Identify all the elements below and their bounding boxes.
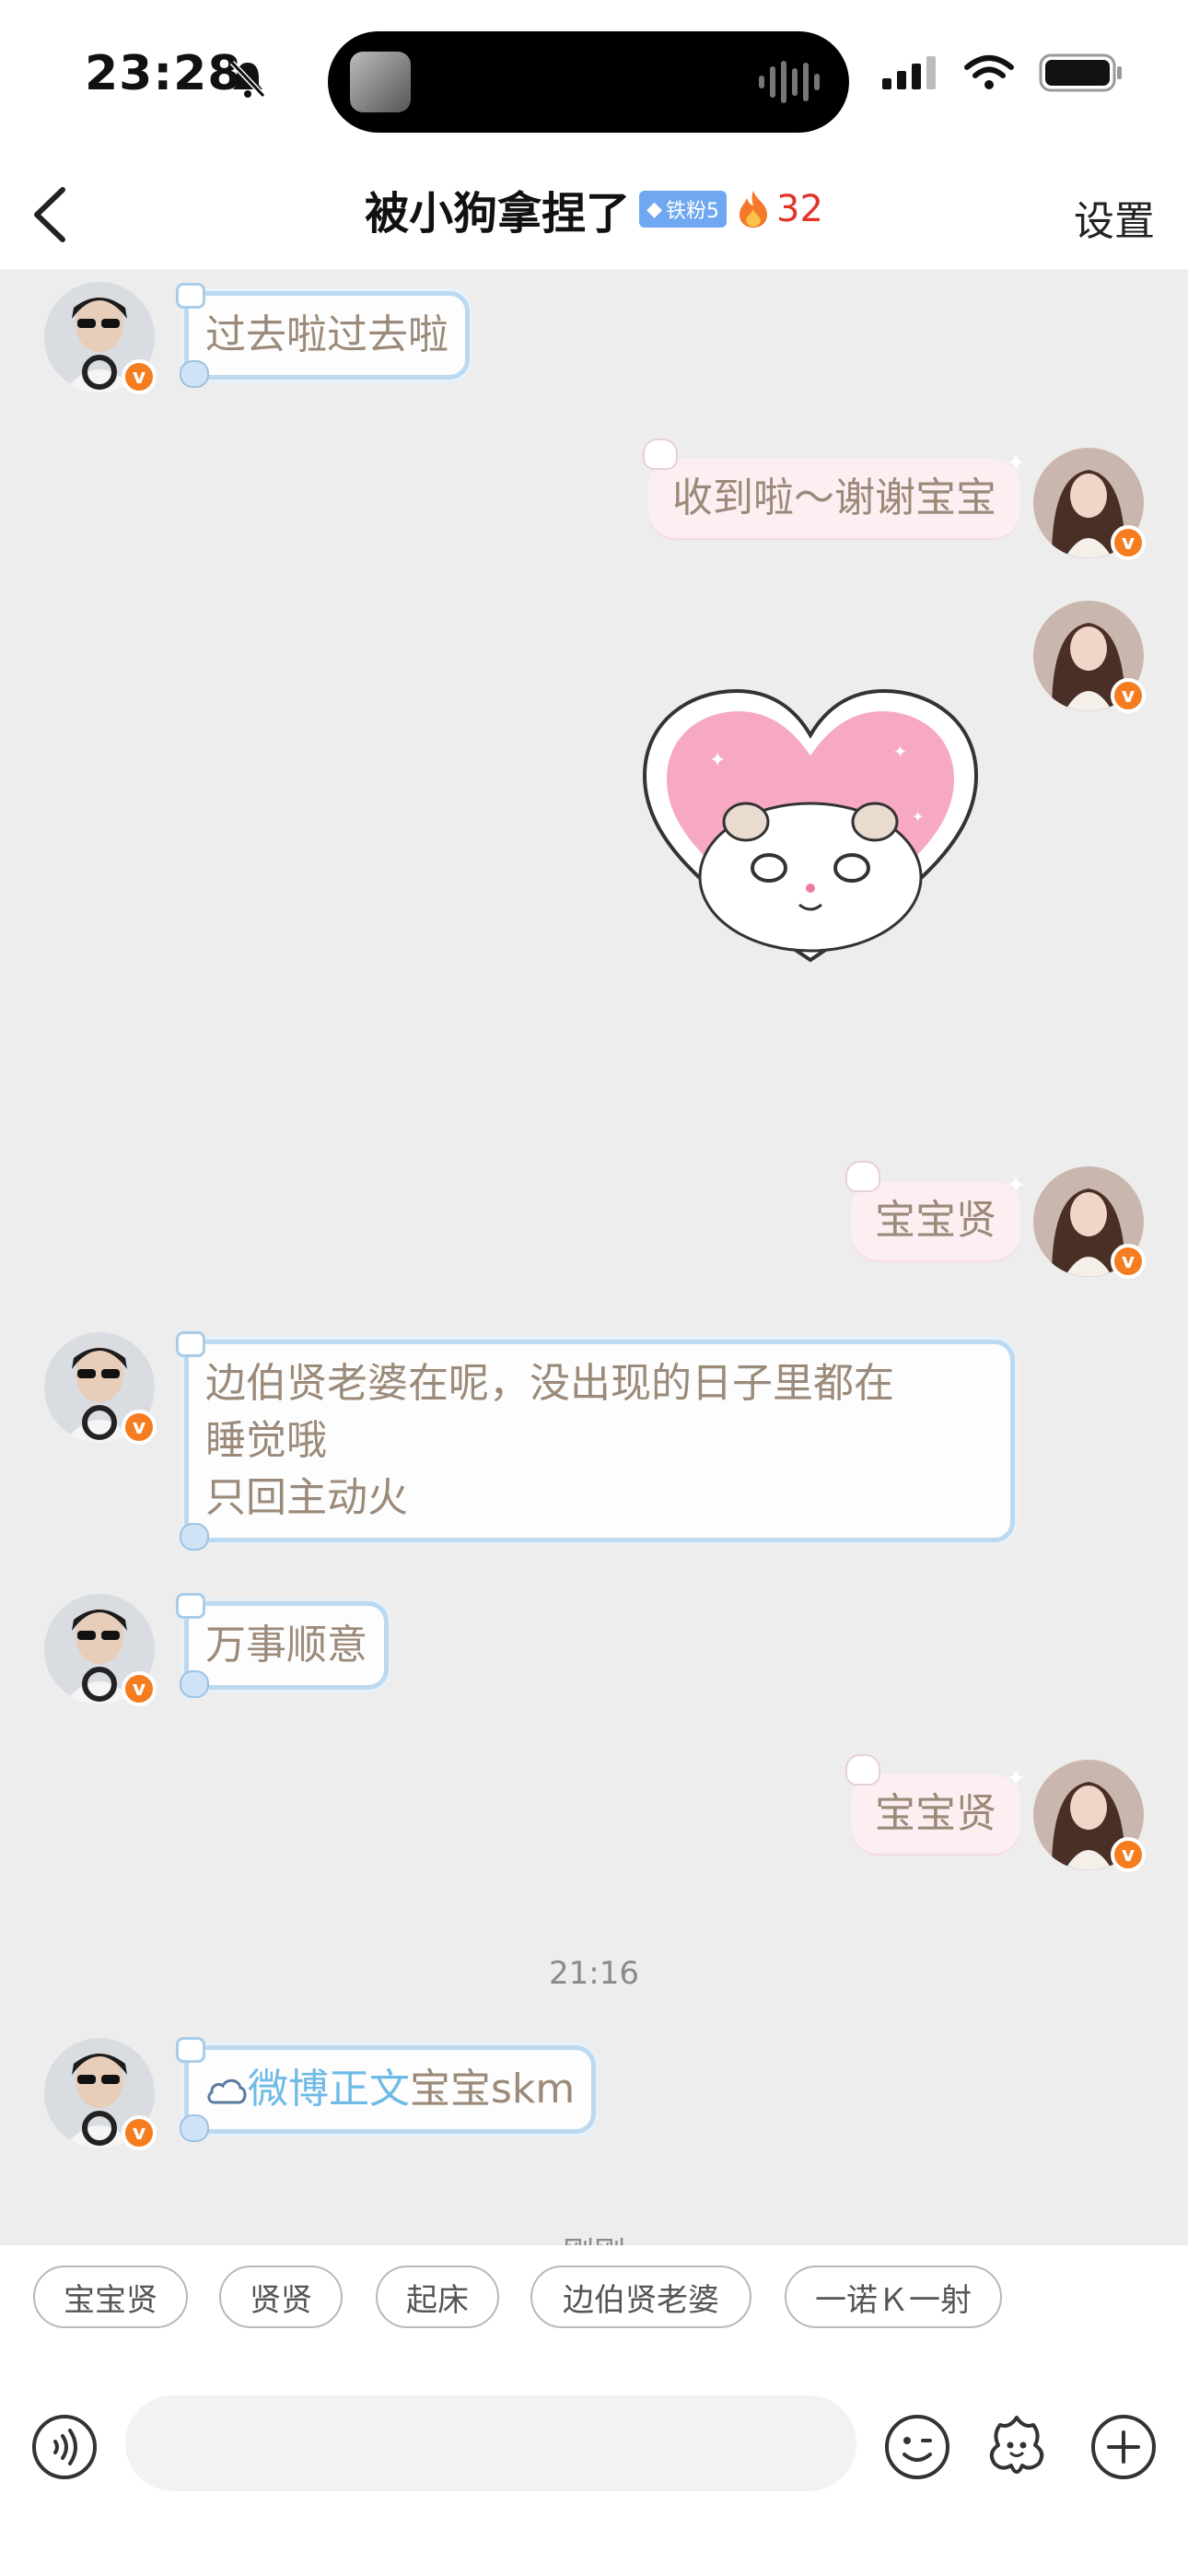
status-time: 23:28	[85, 46, 242, 101]
message-bubble[interactable]: 万事顺意	[176, 1593, 389, 1698]
my-avatar[interactable]: v	[1033, 1760, 1146, 1872]
chat-title: 被小狗拿捏了	[365, 188, 631, 240]
message-bubble[interactable]: 宝宝贤	[845, 1157, 1026, 1260]
message-line: 睡觉哦	[205, 1417, 327, 1464]
verified-badge: v	[1111, 525, 1146, 560]
verified-badge: v	[1111, 1837, 1146, 1872]
svg-text:✦: ✦	[709, 749, 726, 772]
bell-slash-icon	[229, 60, 266, 99]
wifi-icon	[964, 55, 1014, 89]
input-bar	[0, 2360, 1188, 2576]
message-input[interactable]	[125, 2395, 856, 2491]
quick-reply-chip[interactable]: 起床	[376, 2266, 499, 2328]
plus-icon[interactable]	[1087, 2410, 1160, 2484]
chat-title-group[interactable]: 被小狗拿捏了 ◆ 铁粉5 32	[0, 177, 1188, 241]
quick-reply-chip[interactable]: 贤贤	[219, 2266, 343, 2328]
dynamic-island[interactable]	[328, 31, 849, 133]
fire-count: 32	[776, 188, 823, 230]
diamond-icon: ◆	[646, 197, 663, 221]
message-timestamp: 21:16	[549, 1955, 639, 1992]
voice-icon[interactable]	[28, 2410, 101, 2484]
chat-header: 被小狗拿捏了 ◆ 铁粉5 32 设置	[0, 157, 1188, 269]
my-avatar[interactable]: v	[1033, 601, 1146, 713]
message-text: 过去啦过去啦	[205, 311, 448, 358]
verified-badge: v	[122, 1671, 157, 1706]
weibo-link-text[interactable]: 微博正文	[248, 2066, 410, 2113]
fan-level-badge: ◆ 铁粉5	[639, 191, 728, 228]
signal-icon	[882, 56, 936, 89]
message-text: 宝宝贤	[875, 1197, 996, 1244]
svg-text:✦: ✦	[893, 743, 907, 762]
contact-avatar[interactable]: v	[44, 2038, 157, 2150]
audio-wave-icon	[759, 61, 820, 103]
chat-messages[interactable]: v 过去啦过去啦 v 收到啦～谢谢宝宝 v	[0, 269, 1188, 2245]
message-text: 万事顺意	[205, 1622, 367, 1669]
message-bubble[interactable]: 过去啦过去啦	[176, 283, 470, 388]
message-bubble[interactable]: 边伯贤老婆在呢，没出现的日子里都在 睡觉哦 只回主动火	[176, 1331, 1015, 1551]
quick-reply-bar: 宝宝贤 贤贤 起床 边伯贤老婆 一诺Ｋ一射	[0, 2245, 1188, 2360]
fan-badge-label: 铁粉5	[666, 200, 720, 223]
quick-reply-chip[interactable]: 边伯贤老婆	[530, 2266, 751, 2328]
quick-reply-chip[interactable]: 一诺Ｋ一射	[785, 2266, 1002, 2328]
battery-icon	[1039, 53, 1122, 92]
message-text: 宝宝skm	[410, 2066, 576, 2113]
verified-badge: v	[122, 359, 157, 394]
message-timestamp: 刚刚	[0, 2228, 1188, 2245]
now-playing-thumbnail[interactable]	[350, 52, 411, 112]
message-line: 只回主动火	[205, 1474, 408, 1521]
flower-sticker-icon[interactable]	[980, 2410, 1054, 2484]
fire-streak: 32	[736, 188, 823, 230]
contact-avatar[interactable]: v	[44, 282, 157, 394]
message-text: 宝宝贤	[875, 1790, 996, 1837]
settings-button[interactable]: 设置	[1074, 188, 1155, 247]
verified-badge: v	[1111, 678, 1146, 713]
message-line: 边伯贤老婆在呢，没出现的日子里都在	[205, 1360, 894, 1407]
fire-icon	[740, 191, 768, 228]
message-bubble[interactable]: 微博正文宝宝skm	[175, 2037, 597, 2142]
emoji-icon[interactable]	[880, 2410, 954, 2484]
verified-badge: v	[122, 1410, 157, 1445]
contact-avatar[interactable]: v	[44, 1594, 157, 1706]
contact-avatar[interactable]: v	[44, 1332, 157, 1445]
message-text: 收到啦～谢谢宝宝	[672, 474, 996, 521]
quick-reply-chip[interactable]: 宝宝贤	[33, 2266, 188, 2328]
svg-text:✦: ✦	[912, 808, 924, 825]
verified-badge: v	[1111, 1244, 1146, 1279]
weibo-link-icon	[207, 2078, 247, 2104]
my-avatar[interactable]: v	[1033, 448, 1146, 560]
hamster-heart-sticker[interactable]: ✦ ✦ ✦	[635, 684, 985, 978]
status-bar: 23:28	[0, 0, 1188, 157]
message-bubble[interactable]: 宝宝贤	[845, 1751, 1026, 1854]
verified-badge: v	[122, 2115, 157, 2150]
my-avatar[interactable]: v	[1033, 1166, 1146, 1279]
message-bubble[interactable]: 收到啦～谢谢宝宝	[643, 435, 1026, 538]
